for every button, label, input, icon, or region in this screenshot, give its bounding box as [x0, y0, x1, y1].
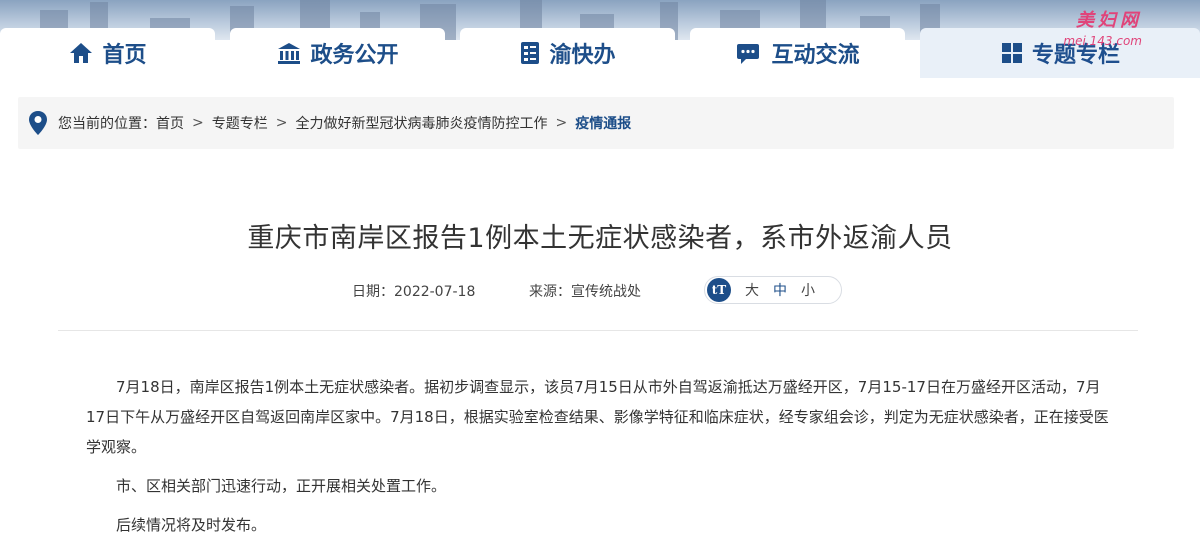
font-size-icon: tT	[707, 278, 731, 302]
tab-government-affairs[interactable]: 政务公开	[230, 28, 445, 78]
tab-label: 首页	[102, 43, 147, 68]
font-size-switcher: tT 大 中 小	[704, 276, 842, 304]
breadcrumb-prefix: 您当前的位置：	[58, 116, 156, 132]
article-paragraph: 7月18日，南岸区报告1例本土无症状感染者。据初步调查显示，该员7月15日从市外…	[86, 378, 1109, 456]
breadcrumb: 您当前的位置： 首页 > 专题专栏 > 全力做好新型冠状病毒肺炎疫情防控工作 >…	[18, 97, 1174, 149]
document-check-icon	[521, 42, 540, 64]
article-title: 重庆市南岸区报告1例本土无症状感染者，系市外返渝人员	[247, 223, 953, 254]
tab-label: 互动交流	[771, 43, 860, 68]
tab-label: 渝快办	[549, 43, 616, 68]
tab-special-column[interactable]: 专题专栏	[920, 28, 1200, 78]
breadcrumb-separator: >	[192, 115, 204, 131]
article-paragraph: 市、区相关部门迅速行动，正开展相关处置工作。	[116, 477, 447, 495]
home-icon	[70, 43, 93, 63]
tab-label: 政务公开	[310, 43, 399, 68]
location-pin-icon	[29, 111, 47, 135]
tab-yukuaiban[interactable]: 渝快办	[460, 28, 675, 78]
divider	[58, 330, 1138, 331]
tab-interaction[interactable]: 互动交流	[690, 28, 905, 78]
font-size-small[interactable]: 小	[801, 280, 815, 300]
article-paragraph: 后续情况将及时发布。	[116, 516, 267, 534]
grid-icon	[1001, 43, 1022, 63]
breadcrumb-separator: >	[275, 115, 288, 131]
article-date: 日期：2022-07-18	[352, 284, 476, 300]
breadcrumb-separator: >	[555, 115, 568, 131]
breadcrumb-home[interactable]: 首页	[156, 113, 184, 133]
breadcrumb-current[interactable]: 疫情通报	[575, 113, 631, 133]
breadcrumb-epidemic-prevention[interactable]: 全力做好新型冠状病毒肺炎疫情防控工作	[295, 113, 547, 133]
article-body: 7月18日，南岸区报告1例本土无症状感染者。据初步调查显示，该员7月15日从市外…	[86, 372, 1118, 549]
watermark-url: mei.143.com	[1063, 34, 1142, 48]
font-size-large[interactable]: 大	[745, 280, 759, 300]
government-building-icon	[278, 43, 301, 64]
font-size-medium[interactable]: 中	[773, 280, 787, 300]
tab-home[interactable]: 首页	[0, 28, 215, 78]
chat-bubble-icon	[737, 44, 760, 64]
main-nav: 首页 政务公开 渝快办 互动交流 专题专栏	[0, 28, 1200, 78]
breadcrumb-special-column[interactable]: 专题专栏	[212, 113, 268, 133]
article-meta: 日期：2022-07-18 来源：宣传统战处 tT 大 中 小	[0, 276, 1200, 304]
article-source: 来源：宣传统战处	[529, 284, 641, 300]
